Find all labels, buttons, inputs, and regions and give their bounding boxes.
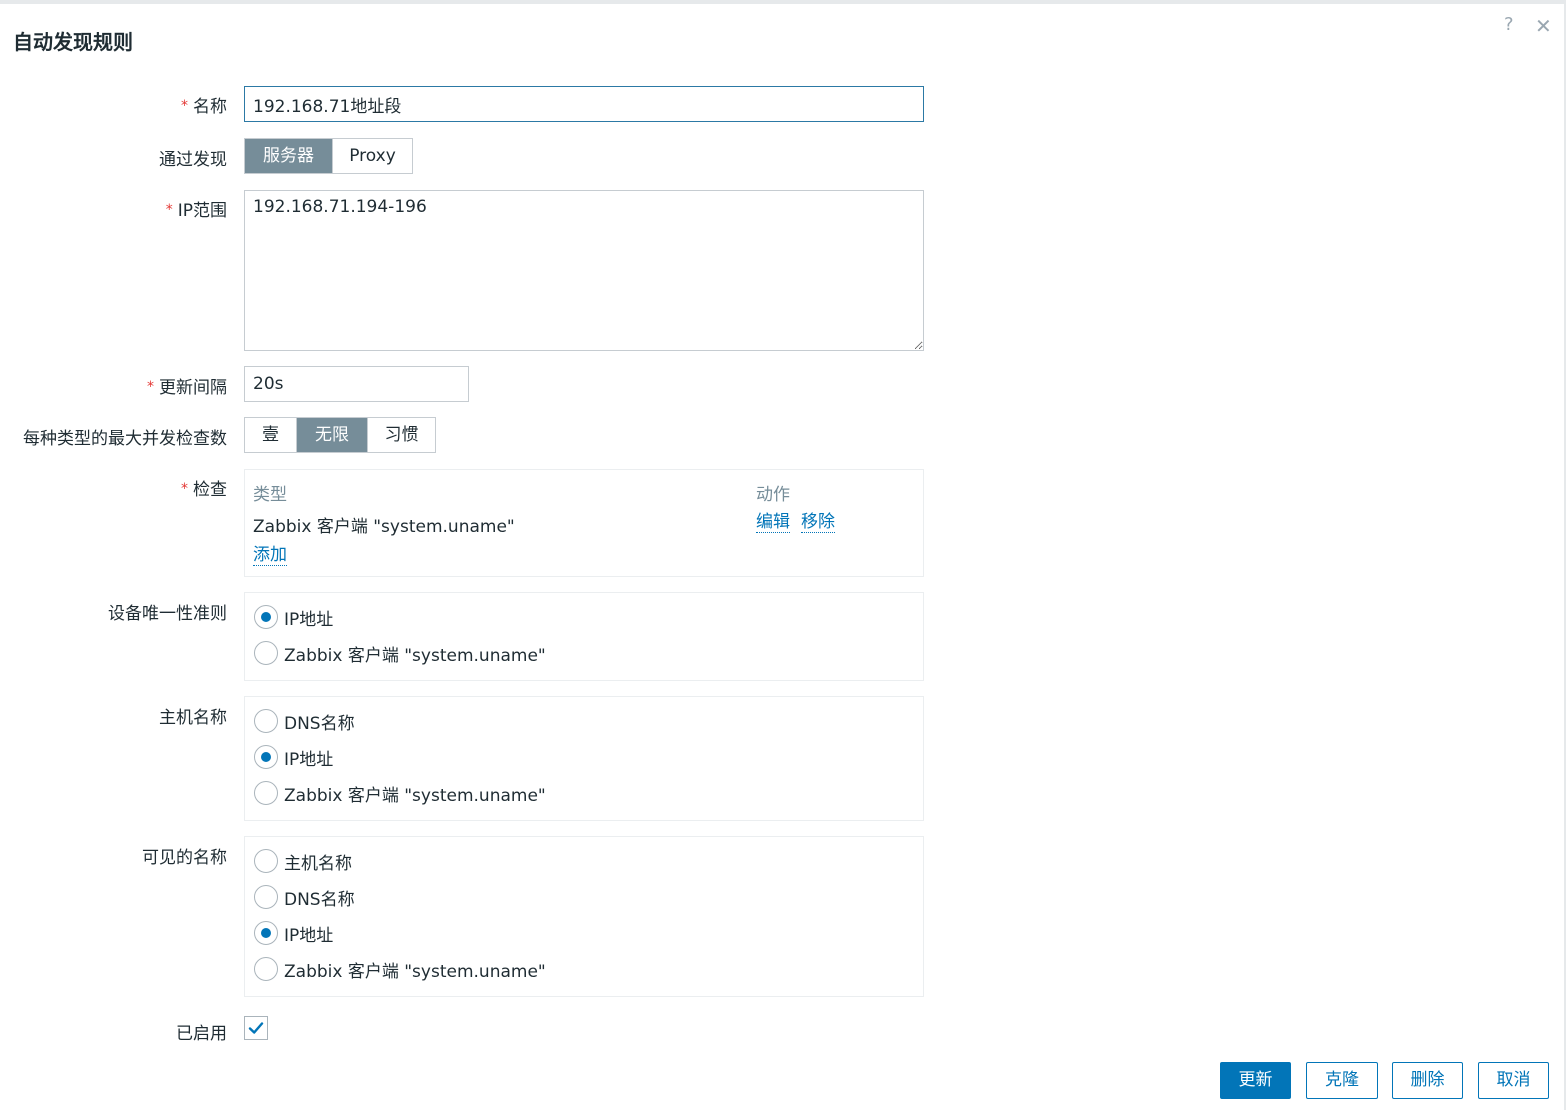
uniqueness-label: 设备唯一性准则 (108, 604, 227, 624)
visible-name-radio-group: 主机名称 DNS名称 IP地址 Zabbix 客户端 "system.uname… (244, 836, 924, 997)
update-interval-input[interactable] (244, 366, 469, 402)
ip-range-label: * IP范围 (165, 201, 227, 221)
visible-name-option-dns[interactable]: DNS名称 (254, 884, 355, 910)
uniqueness-option-ip[interactable]: IP地址 (254, 604, 333, 630)
checkmark-icon (248, 1022, 264, 1034)
max-concurrent-label: 每种类型的最大并发检查数 (23, 429, 227, 449)
required-asterisk: * (147, 379, 154, 395)
check-remove-link[interactable]: 移除 (801, 512, 835, 533)
checks-table: 类型 动作 Zabbix 客户端 "system.uname" 编辑 移除 添加 (244, 469, 924, 577)
host-name-option-ip[interactable]: IP地址 (254, 744, 333, 770)
update-interval-label: * 更新间隔 (147, 378, 227, 398)
cancel-button[interactable]: 取消 (1478, 1062, 1549, 1099)
update-button[interactable]: 更新 (1220, 1062, 1291, 1099)
visible-name-option-agent[interactable]: Zabbix 客户端 "system.uname" (254, 956, 546, 982)
check-add-link[interactable]: 添加 (253, 545, 287, 566)
host-name-option-agent[interactable]: Zabbix 客户端 "system.uname" (254, 780, 546, 806)
ip-range-textarea[interactable] (244, 190, 924, 351)
clone-button[interactable]: 克隆 (1306, 1062, 1378, 1099)
radio-button[interactable] (254, 781, 278, 805)
required-asterisk: * (181, 98, 188, 114)
visible-name-option-host[interactable]: 主机名称 (254, 848, 352, 874)
host-name-option-dns[interactable]: DNS名称 (254, 708, 355, 734)
delete-button[interactable]: 删除 (1392, 1062, 1463, 1099)
help-icon[interactable]: ? (1504, 14, 1514, 35)
close-icon[interactable]: ✕ (1535, 14, 1552, 38)
discovery-rule-dialog: 自动发现规则 ? ✕ *名称 通过发现 服务器 Proxy *IP范围 *更新间… (0, 0, 1566, 1110)
host-name-label: 主机名称 (159, 708, 227, 728)
radio-button-selected[interactable] (254, 605, 278, 629)
enabled-label: 已启用 (176, 1024, 227, 1044)
max-concurrent-custom-option[interactable]: 习惯 (368, 418, 435, 452)
name-label: * 名称 (181, 97, 227, 117)
required-asterisk: * (181, 481, 188, 497)
dialog-title: 自动发现规则 (13, 30, 133, 54)
checks-label: * 检查 (181, 480, 227, 500)
required-asterisk: * (165, 202, 173, 218)
uniqueness-option-agent[interactable]: Zabbix 客户端 "system.uname" (254, 640, 546, 666)
max-concurrent-one-option[interactable]: 壹 (245, 418, 297, 452)
discovery-by-proxy-option[interactable]: Proxy (333, 139, 412, 173)
radio-button[interactable] (254, 957, 278, 981)
uniqueness-radio-group: IP地址 Zabbix 客户端 "system.uname" (244, 592, 924, 681)
radio-button-selected[interactable] (254, 745, 278, 769)
radio-button-selected[interactable] (254, 921, 278, 945)
radio-button[interactable] (254, 885, 278, 909)
radio-button[interactable] (254, 709, 278, 733)
radio-button[interactable] (254, 641, 278, 665)
discovery-by-server-option[interactable]: 服务器 (245, 139, 333, 173)
check-edit-link[interactable]: 编辑 (756, 512, 790, 533)
checks-type-header: 类型 (253, 485, 287, 505)
discovery-by-segment: 服务器 Proxy (244, 138, 413, 174)
check-row-type: Zabbix 客户端 "system.uname" (253, 517, 515, 537)
enabled-checkbox[interactable] (244, 1016, 268, 1040)
visible-name-option-ip[interactable]: IP地址 (254, 920, 333, 946)
host-name-radio-group: DNS名称 IP地址 Zabbix 客户端 "system.uname" (244, 696, 924, 821)
checks-action-header: 动作 (756, 485, 790, 505)
discovery-by-label: 通过发现 (159, 150, 227, 170)
max-concurrent-segment: 壹 无限 习惯 (244, 417, 436, 453)
name-input[interactable] (244, 86, 924, 122)
max-concurrent-unlimited-option[interactable]: 无限 (297, 418, 368, 452)
radio-button[interactable] (254, 849, 278, 873)
visible-name-label: 可见的名称 (142, 848, 227, 868)
